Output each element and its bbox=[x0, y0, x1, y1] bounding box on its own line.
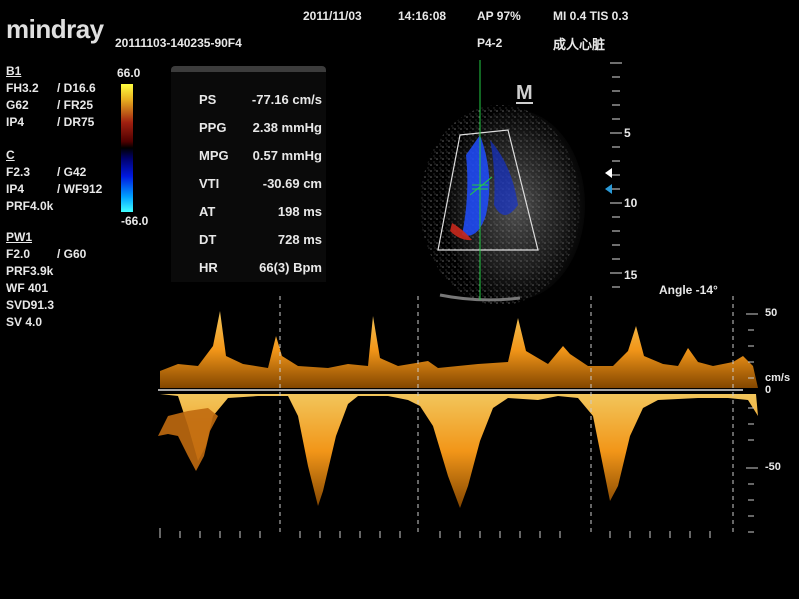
pw1-param: SVD91.3 bbox=[6, 298, 55, 312]
color-scale-bar bbox=[121, 84, 133, 212]
measurement-panel: PS -77.16 cm/s PPG 2.38 mmHg MPG 0.57 mmHg … bbox=[171, 66, 326, 282]
b1-param: / D16.6 bbox=[57, 81, 96, 95]
pw1-param: F2.0 bbox=[6, 247, 31, 261]
color-scale-max: 66.0 bbox=[117, 66, 141, 80]
measure-label: VTI bbox=[199, 176, 220, 191]
measure-label: PS bbox=[199, 92, 217, 107]
measure-value: -30.69 cm bbox=[262, 176, 322, 191]
measure-value: -77.16 cm/s bbox=[251, 92, 322, 107]
measure-value: 728 ms bbox=[277, 232, 322, 247]
b1-param: IP4 bbox=[6, 115, 25, 129]
velocity-label: -50 bbox=[765, 461, 781, 473]
pw1-param: SV 4.0 bbox=[6, 315, 43, 329]
depth-label: 10 bbox=[624, 196, 638, 210]
orientation-marker: M bbox=[516, 82, 533, 104]
color-scale-min: -66.0 bbox=[121, 214, 149, 228]
c-param: PRF4.0k bbox=[6, 199, 54, 213]
c-param: / WF912 bbox=[57, 182, 103, 196]
reverse-flow-envelope bbox=[160, 394, 758, 508]
param-panel: B1 FH3.2 / D16.6 G62 / FR25 IP4 / DR75 C F2… bbox=[6, 63, 102, 331]
doppler-spectrum bbox=[158, 296, 758, 538]
measure-value: 66(3) Bpm bbox=[259, 260, 322, 275]
file-id: 20111103-140235-90F4 bbox=[115, 36, 242, 50]
measure-value: 2.38 mmHg bbox=[252, 120, 322, 135]
pw1-param: PRF3.9k bbox=[6, 264, 54, 278]
measure-label: HR bbox=[199, 260, 218, 275]
probe-name: P4-2 bbox=[477, 36, 503, 50]
measure-value: 198 ms bbox=[277, 204, 322, 219]
velocity-label: 0 bbox=[765, 384, 772, 396]
exam-preset: 成人心脏 bbox=[553, 37, 606, 52]
exam-time: 14:16:08 bbox=[398, 9, 447, 23]
pw1-param: WF 401 bbox=[6, 281, 49, 295]
measure-label: DT bbox=[199, 232, 217, 247]
b1-param: G62 bbox=[6, 98, 29, 112]
angle-readout: Angle -14° bbox=[659, 283, 718, 297]
acoustic-power: AP 97% bbox=[477, 9, 521, 23]
measure-value: 0.57 mmHg bbox=[252, 148, 322, 163]
pw1-param: / G60 bbox=[57, 247, 87, 261]
depth-label: 15 bbox=[624, 268, 638, 282]
measure-label: AT bbox=[199, 204, 216, 219]
exam-date: 2011/11/03 bbox=[303, 9, 362, 23]
color-focus-marker-icon[interactable] bbox=[605, 184, 612, 194]
c-title: C bbox=[6, 148, 15, 162]
c-param: / G42 bbox=[57, 165, 87, 179]
velocity-unit: cm/s bbox=[765, 372, 791, 384]
flow-fill bbox=[158, 408, 218, 471]
measure-label: PPG bbox=[199, 120, 227, 135]
depth-scale bbox=[605, 62, 622, 288]
focus-marker-icon[interactable] bbox=[605, 168, 612, 178]
measure-label: MPG bbox=[199, 148, 229, 163]
brand-logo: mindray bbox=[6, 14, 104, 44]
b1-param: / FR25 bbox=[57, 98, 94, 112]
depth-label: 5 bbox=[624, 126, 631, 140]
pw1-title: PW1 bbox=[6, 230, 33, 244]
mi-tis: MI 0.4 TIS 0.3 bbox=[553, 9, 629, 23]
c-param: IP4 bbox=[6, 182, 25, 196]
c-param: F2.3 bbox=[6, 165, 31, 179]
b1-param: / DR75 bbox=[57, 115, 95, 129]
b1-param: FH3.2 bbox=[6, 81, 39, 95]
velocity-label: 50 bbox=[765, 307, 778, 319]
b1-title: B1 bbox=[6, 64, 22, 78]
forward-flow-envelope bbox=[160, 311, 758, 388]
